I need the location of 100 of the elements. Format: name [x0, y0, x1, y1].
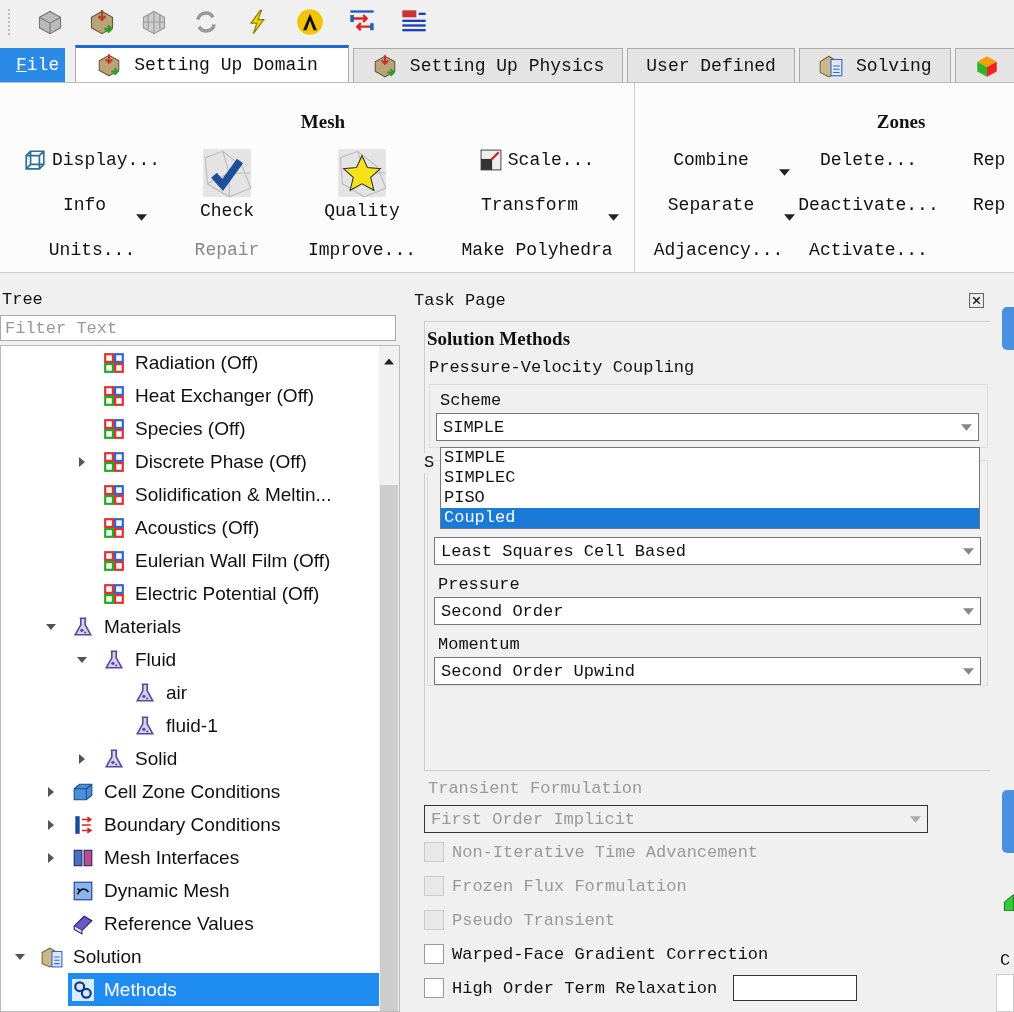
field-label: Pressure [437, 575, 521, 596]
tree-item[interactable]: Eulerian Wall Film (Off) [99, 544, 379, 577]
collapsed-arrow-icon[interactable] [46, 786, 56, 797]
checkbox[interactable] [424, 944, 444, 964]
tree-item[interactable]: Mesh Interfaces [68, 841, 379, 874]
tree-item[interactable]: Solid [99, 742, 379, 775]
tree-item[interactable]: Electric Potential (Off) [99, 577, 379, 610]
ribbon-button[interactable]: Make Polyhedra [457, 227, 617, 272]
ribbon-tab[interactable]: User Defined [627, 48, 795, 82]
panel-title: Task Page [414, 290, 506, 310]
box-arrow-icon[interactable] [88, 8, 116, 36]
expanded-arrow-icon[interactable] [15, 951, 25, 962]
side-button[interactable] [1002, 307, 1014, 351]
collapsed-arrow-icon[interactable] [77, 456, 87, 467]
flask-icon [72, 615, 94, 638]
dropdown-field[interactable]: Second Order [434, 597, 981, 625]
tree-item[interactable]: Dynamic Mesh [68, 874, 379, 907]
tree-item[interactable]: Acoustics (Off) [99, 511, 379, 544]
checkbox[interactable] [424, 978, 444, 998]
dropdown-option[interactable]: SIMPLEC [441, 468, 979, 488]
ribbon-button[interactable]: Rep [969, 137, 1010, 182]
tree-item[interactable]: Solution [37, 940, 379, 973]
expanded-arrow-icon[interactable] [77, 654, 87, 665]
ribbon-tab[interactable]: Setting Up Physics [352, 48, 624, 82]
ribbon-tab[interactable] [954, 48, 1014, 82]
ribbon-button[interactable]: Activate... [805, 227, 932, 272]
flask-icon [103, 747, 125, 770]
group-title: Mesh [299, 111, 347, 133]
ribbon-button[interactable]: Units... [44, 227, 140, 272]
scroll-up-icon[interactable] [384, 358, 394, 365]
boundary-icon [72, 813, 94, 836]
ribbon-button[interactable]: Rep [969, 182, 1010, 227]
tree-item[interactable]: Boundary Conditions [68, 808, 379, 841]
squares-icon [103, 351, 125, 374]
tree-item[interactable]: Species (Off) [99, 412, 379, 445]
dropdown-option[interactable]: SIMPLE [441, 448, 979, 468]
ribbon-button[interactable]: Info [32, 182, 152, 227]
ribbon-button[interactable]: Delete... [815, 137, 922, 182]
field-label: Transient Formulation [427, 779, 644, 800]
squares-icon [103, 450, 125, 473]
ribbon-button[interactable]: Display... [20, 137, 164, 182]
dynamic-mesh-icon [72, 879, 94, 902]
close-icon[interactable] [969, 292, 984, 308]
panel-title: C [1000, 950, 1012, 972]
ribbon-button[interactable]: Combine [643, 137, 794, 182]
side-field[interactable] [996, 974, 1014, 1012]
wireframe-box-icon [24, 148, 46, 171]
ribbon-tab[interactable]: Solving [798, 48, 951, 82]
ribbon-button[interactable]: Quality [320, 137, 404, 227]
collapsed-arrow-icon[interactable] [46, 819, 56, 830]
tree-item[interactable]: Cell Zone Conditions [68, 775, 379, 808]
file-menu-button[interactable]: File [0, 48, 66, 82]
star-icon [336, 147, 388, 199]
ribbon-button[interactable]: Improve... [304, 227, 420, 272]
flask-icon [134, 681, 156, 704]
tree-item[interactable]: fluid-1 [130, 709, 379, 742]
peak-icon[interactable] [296, 8, 324, 36]
cube-icon[interactable] [36, 8, 64, 36]
options-button[interactable] [733, 975, 858, 1001]
squares-icon [103, 516, 125, 539]
caret-icon [963, 607, 974, 615]
group-title: Zones [875, 111, 927, 133]
caret-icon [784, 214, 796, 221]
checkbox-label: Warped-Face Gradient Correction [452, 944, 769, 964]
ribbon-button[interactable]: Transform [450, 182, 624, 227]
dropdown-field[interactable]: Second Order Upwind [434, 657, 981, 685]
collapsed-arrow-icon[interactable] [46, 852, 56, 863]
squares-icon [103, 483, 125, 506]
ribbon-tab[interactable]: Setting Up Domain [75, 45, 349, 82]
dropdown-option[interactable]: Coupled [441, 508, 979, 528]
filter-field[interactable]: Filter Text [0, 315, 396, 341]
tree-item[interactable]: Radiation (Off) [99, 346, 379, 379]
check-mark-icon [201, 147, 253, 199]
scrollbar-thumb[interactable] [380, 485, 398, 1011]
tree-item[interactable]: Heat Exchanger (Off) [99, 379, 379, 412]
caret-icon [778, 169, 790, 176]
scale-icon [479, 148, 502, 171]
dropdown-field[interactable]: Least Squares Cell Based [434, 537, 981, 565]
ribbon-button[interactable]: Check [196, 137, 258, 227]
panel-title: Tree [1, 289, 44, 311]
tree-item[interactable]: air [130, 676, 379, 709]
tree-item[interactable]: Discrete Phase (Off) [99, 445, 379, 478]
tree-item[interactable]: Reference Values [68, 907, 379, 940]
ribbon-button[interactable]: Adjacency... [649, 227, 788, 272]
tree-item[interactable]: Solidification & Meltin... [99, 478, 379, 511]
dropdown-option[interactable]: PISO [441, 488, 979, 508]
tree-item[interactable]: Materials [68, 610, 379, 643]
checkbox-label: Non-Iterative Time Advancement [452, 842, 759, 862]
squares-icon [103, 384, 125, 407]
squares-icon [103, 417, 125, 440]
checkbox-label: Frozen Flux Formulation [452, 876, 687, 896]
ribbon-button[interactable]: Scale... [475, 137, 599, 182]
tree-item[interactable]: Fluid [99, 643, 379, 676]
expanded-arrow-icon[interactable] [46, 621, 56, 632]
caret-icon [136, 214, 148, 221]
scheme-dropdown[interactable]: SIMPLE [436, 413, 979, 441]
collapsed-arrow-icon[interactable] [77, 753, 87, 764]
caret-icon [910, 815, 921, 823]
flask-icon [103, 648, 125, 671]
caret-icon [963, 547, 974, 555]
